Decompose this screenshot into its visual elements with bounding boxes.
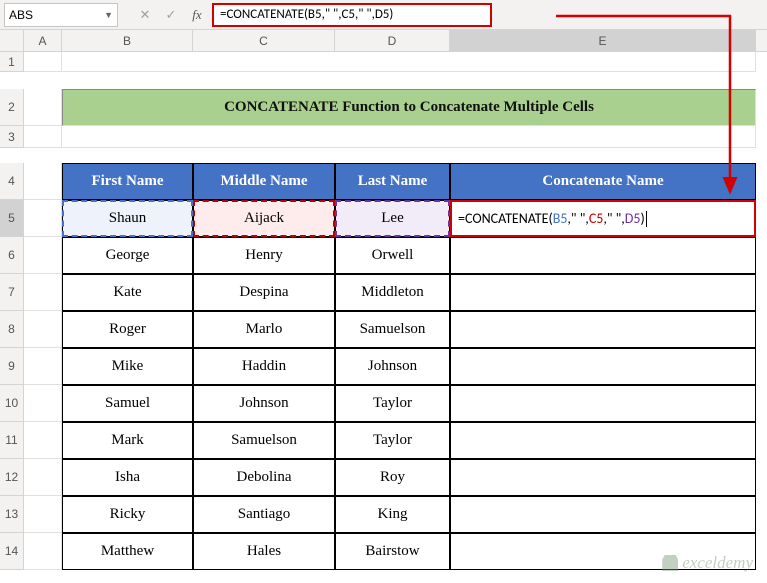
fx-icon[interactable]: fx: [186, 4, 208, 26]
row-header-7[interactable]: 7: [0, 274, 24, 311]
row-header-12[interactable]: 12: [0, 459, 24, 496]
header-middle-name[interactable]: Middle Name: [193, 163, 335, 200]
cell-D8[interactable]: Samuelson: [335, 311, 450, 348]
cell-E5-editing[interactable]: =CONCATENATE(B5," ",C5," ",D5): [450, 200, 756, 237]
row-header-11[interactable]: 11: [0, 422, 24, 459]
watermark-text: exceldemy: [682, 553, 753, 573]
cell-A6[interactable]: [24, 237, 62, 274]
row-header-4[interactable]: 4: [0, 163, 24, 200]
name-box[interactable]: ABS ▼: [4, 3, 118, 27]
header-last-name[interactable]: Last Name: [335, 163, 450, 200]
cell-D10[interactable]: Taylor: [335, 385, 450, 422]
cell-B3-E3[interactable]: [62, 126, 756, 148]
cell-C8[interactable]: Marlo: [193, 311, 335, 348]
cell-D12[interactable]: Roy: [335, 459, 450, 496]
title-cell[interactable]: CONCATENATE Function to Concatenate Mult…: [62, 89, 756, 126]
cell-B14[interactable]: Matthew: [62, 533, 193, 570]
cell-C10[interactable]: Johnson: [193, 385, 335, 422]
cell-C14[interactable]: Hales: [193, 533, 335, 570]
row-header-1[interactable]: 1: [0, 52, 24, 72]
cell-A13[interactable]: [24, 496, 62, 533]
cell-A2[interactable]: [24, 89, 62, 126]
header-concatenate-name[interactable]: Concatenate Name: [450, 163, 756, 200]
cell-D5[interactable]: Lee: [335, 200, 450, 237]
cell-D11[interactable]: Taylor: [335, 422, 450, 459]
cell-B8[interactable]: Roger: [62, 311, 193, 348]
cell-A1[interactable]: [24, 52, 62, 72]
cell-A4[interactable]: [24, 163, 62, 200]
row-header-3[interactable]: 3: [0, 126, 24, 148]
watermark-icon: [662, 555, 678, 571]
cell-A14[interactable]: [24, 533, 62, 570]
column-headers: A B C D E: [0, 30, 767, 52]
cell-A10[interactable]: [24, 385, 62, 422]
cell-C13[interactable]: Santiago: [193, 496, 335, 533]
cell-B13[interactable]: Ricky: [62, 496, 193, 533]
cell-A9[interactable]: [24, 348, 62, 385]
cell-A12[interactable]: [24, 459, 62, 496]
cell-D7[interactable]: Middleton: [335, 274, 450, 311]
row-header-8[interactable]: 8: [0, 311, 24, 348]
cell-D13[interactable]: King: [335, 496, 450, 533]
cell-B9[interactable]: Mike: [62, 348, 193, 385]
cell-E13[interactable]: [450, 496, 756, 533]
text-cursor: [646, 211, 647, 227]
header-first-name[interactable]: First Name: [62, 163, 193, 200]
cell-B6[interactable]: George: [62, 237, 193, 274]
cell-D14[interactable]: Bairstow: [335, 533, 450, 570]
cell-E9[interactable]: [450, 348, 756, 385]
row-header-9[interactable]: 9: [0, 348, 24, 385]
row-header-2[interactable]: 2: [0, 89, 24, 126]
row-header-5[interactable]: 5: [0, 200, 24, 237]
col-header-E[interactable]: E: [450, 30, 756, 51]
row-header-6[interactable]: 6: [0, 237, 24, 274]
cell-A8[interactable]: [24, 311, 62, 348]
cell-D6[interactable]: Orwell: [335, 237, 450, 274]
cell-B12[interactable]: Isha: [62, 459, 193, 496]
cell-B5[interactable]: Shaun: [62, 200, 193, 237]
cell-C11[interactable]: Samuelson: [193, 422, 335, 459]
cell-C7[interactable]: Despina: [193, 274, 335, 311]
cell-C5[interactable]: Aijack: [193, 200, 335, 237]
cell-E6[interactable]: [450, 237, 756, 274]
select-all-triangle[interactable]: [0, 30, 24, 51]
col-header-A[interactable]: A: [24, 30, 62, 51]
col-header-C[interactable]: C: [193, 30, 335, 51]
cell-A11[interactable]: [24, 422, 62, 459]
cell-C6[interactable]: Henry: [193, 237, 335, 274]
cell-E10[interactable]: [450, 385, 756, 422]
cell-C9[interactable]: Haddin: [193, 348, 335, 385]
watermark: exceldemy: [662, 553, 753, 573]
formula-bar-row: ABS ▼ ✕ ✓ fx =CONCATENATE(B5," ",C5," ",…: [0, 0, 767, 30]
cell-B10[interactable]: Samuel: [62, 385, 193, 422]
cell-B7[interactable]: Kate: [62, 274, 193, 311]
cell-A5[interactable]: [24, 200, 62, 237]
cell-B11[interactable]: Mark: [62, 422, 193, 459]
chevron-down-icon[interactable]: ▼: [104, 10, 113, 20]
formula-bar[interactable]: =CONCATENATE(B5," ",C5," ",D5): [212, 3, 492, 27]
cell-D9[interactable]: Johnson: [335, 348, 450, 385]
row-header-13[interactable]: 13: [0, 496, 24, 533]
cell-E11[interactable]: [450, 422, 756, 459]
cell-A3[interactable]: [24, 126, 62, 148]
cell-A7[interactable]: [24, 274, 62, 311]
formula-bar-text: =CONCATENATE(B5," ",C5," ",D5): [220, 7, 393, 22]
col-header-B[interactable]: B: [62, 30, 193, 51]
cell-E7[interactable]: [450, 274, 756, 311]
worksheet-grid: 1 2 CONCATENATE Function to Concatenate …: [0, 52, 767, 570]
cell-E8[interactable]: [450, 311, 756, 348]
cell-E12[interactable]: [450, 459, 756, 496]
row-header-14[interactable]: 14: [0, 533, 24, 570]
row-header-10[interactable]: 10: [0, 385, 24, 422]
cancel-icon[interactable]: ✕: [134, 4, 156, 26]
col-header-D[interactable]: D: [335, 30, 450, 51]
cell-B1-E1[interactable]: [62, 52, 756, 72]
name-box-value: ABS: [9, 8, 33, 22]
cell-C12[interactable]: Debolina: [193, 459, 335, 496]
enter-icon[interactable]: ✓: [160, 4, 182, 26]
